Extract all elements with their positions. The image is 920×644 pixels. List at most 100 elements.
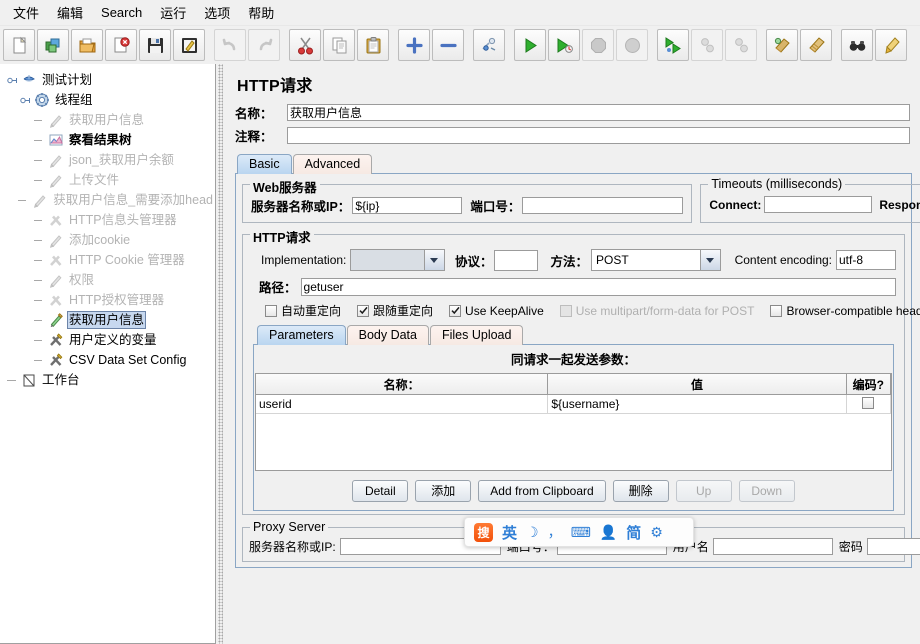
- connect-timeout-input[interactable]: [764, 196, 873, 213]
- cell-param-name[interactable]: userid: [256, 394, 549, 414]
- open-button[interactable]: [71, 29, 103, 61]
- protocol-input[interactable]: [494, 249, 539, 271]
- moon-icon[interactable]: ☽: [526, 524, 539, 541]
- ime-toolbar[interactable]: 搜 英 ☽ ， ⌨ 👤 简 ⚙: [464, 517, 694, 547]
- tree-expand-handle-icon[interactable]: [19, 94, 32, 107]
- add-button[interactable]: 添加: [415, 480, 472, 502]
- chevron-down-icon[interactable]: [699, 250, 720, 270]
- sogou-logo-icon[interactable]: 搜: [474, 522, 493, 542]
- table-row[interactable]: userid ${username}: [256, 394, 892, 414]
- tab-advanced[interactable]: Advanced: [292, 154, 373, 174]
- checkbox-box-icon[interactable]: [862, 396, 875, 409]
- menu-options[interactable]: 选项: [195, 0, 239, 25]
- start-no-pauses-button[interactable]: [548, 29, 580, 61]
- remote-start-all-button[interactable]: [657, 29, 689, 61]
- tab-files-upload[interactable]: Files Upload: [429, 325, 524, 345]
- tree-node-view-results-tree[interactable]: 察看结果树: [0, 130, 215, 150]
- checkbox-use-keepalive[interactable]: Use KeepAlive: [449, 304, 544, 318]
- tree-node-workbench[interactable]: 工作台: [0, 370, 215, 390]
- user-icon[interactable]: 👤: [600, 524, 617, 541]
- column-header-encode[interactable]: 编码?: [846, 374, 892, 395]
- cut-button[interactable]: [289, 29, 321, 61]
- implementation-combo[interactable]: [350, 249, 445, 271]
- parameters-table[interactable]: 名称： 值 编码? userid ${username}: [255, 373, 892, 471]
- punctuation-icon[interactable]: ，: [548, 522, 562, 542]
- tree-leaf-connector-icon: [33, 294, 46, 307]
- column-header-value[interactable]: 值: [547, 374, 847, 395]
- gear-icon[interactable]: ⚙: [650, 524, 663, 541]
- tree-node-json-get-balance[interactable]: json_获取用户余额: [0, 150, 215, 170]
- menu-run[interactable]: 运行: [151, 0, 195, 25]
- checkbox-box-icon[interactable]: [357, 304, 370, 317]
- clear-all-button[interactable]: [800, 29, 832, 61]
- save-button[interactable]: [139, 29, 171, 61]
- copy-button[interactable]: [323, 29, 355, 61]
- close-button[interactable]: [105, 29, 137, 61]
- proxy-password-input[interactable]: [866, 538, 920, 555]
- checkbox-browser-compatible-headers[interactable]: Browser-compatible headers: [770, 304, 920, 318]
- simplified-chinese-button[interactable]: 简: [626, 522, 641, 543]
- add-from-clipboard-button[interactable]: Add from Clipboard: [478, 480, 606, 502]
- checkbox-box-icon[interactable]: [265, 304, 277, 317]
- tree-node-label: 工作台: [42, 373, 80, 387]
- tree-node-thread-group[interactable]: 线程组: [0, 90, 215, 110]
- menu-file[interactable]: 文件: [4, 0, 48, 25]
- split-divider[interactable]: [216, 64, 225, 644]
- server-name-input[interactable]: [352, 197, 463, 214]
- tree-node-get-user-info-1[interactable]: 获取用户信息: [0, 110, 215, 130]
- start-button[interactable]: [514, 29, 546, 61]
- tree-node-auth[interactable]: 权限: [0, 270, 215, 290]
- content-encoding-input[interactable]: [836, 250, 896, 270]
- paste-button[interactable]: [357, 29, 389, 61]
- test-plan-tree-pane[interactable]: 测试计划 线程组 获取用户信息 察看结果树 json_获取用户余额 上传文件 获…: [0, 64, 216, 644]
- checkbox-box-icon[interactable]: [770, 304, 783, 317]
- proxy-username-input[interactable]: [712, 538, 833, 555]
- tree-node-user-defined-variables[interactable]: 用户定义的变量: [0, 330, 215, 350]
- column-header-name[interactable]: 名称：: [256, 374, 549, 395]
- toggle-button[interactable]: [473, 29, 505, 61]
- reset-search-button[interactable]: [875, 29, 907, 61]
- save-as-button[interactable]: [173, 29, 205, 61]
- tree-node-get-user-info-selected[interactable]: 获取用户信息: [0, 310, 215, 330]
- detail-button[interactable]: Detail: [352, 480, 409, 502]
- tab-basic[interactable]: Basic: [237, 154, 292, 174]
- checkbox-auto-redirect[interactable]: 自动重定向: [265, 302, 341, 319]
- menu-help[interactable]: 帮助: [239, 0, 283, 25]
- tab-body-data[interactable]: Body Data: [346, 325, 429, 345]
- delete-button[interactable]: 删除: [612, 480, 669, 502]
- tab-parameters[interactable]: Parameters: [257, 325, 346, 345]
- tree-node-http-cookie-manager[interactable]: HTTP Cookie 管理器: [0, 250, 215, 270]
- tree-node-upload-file[interactable]: 上传文件: [0, 170, 215, 190]
- port-input[interactable]: [522, 197, 684, 214]
- cell-param-encode[interactable]: [846, 394, 892, 414]
- menu-search[interactable]: Search: [92, 2, 151, 23]
- tree-expand-handle-icon[interactable]: [6, 74, 19, 87]
- checkbox-follow-redirects[interactable]: 跟随重定向: [357, 302, 433, 319]
- menu-edit[interactable]: 编辑: [48, 0, 92, 25]
- tree-node-http-auth-manager[interactable]: HTTP授权管理器: [0, 290, 215, 310]
- collapse-all-button[interactable]: [432, 29, 464, 61]
- keyboard-icon[interactable]: ⌨: [571, 524, 591, 541]
- templates-button[interactable]: [37, 29, 69, 61]
- tree-node-http-header-manager[interactable]: HTTP信息头管理器: [0, 210, 215, 230]
- tree-node-csv-data-set-config[interactable]: CSV Data Set Config: [0, 350, 215, 370]
- tree-node-test-plan[interactable]: 测试计划: [0, 70, 215, 90]
- tree-node-label: 用户定义的变量: [69, 333, 157, 347]
- checkbox-box-icon[interactable]: [449, 304, 462, 317]
- tree-node-label: 获取用户信息: [69, 113, 145, 127]
- tree-node-add-cookie[interactable]: 添加cookie: [0, 230, 215, 250]
- tree-node-label: HTTP信息头管理器: [69, 213, 177, 227]
- tree-node-get-user-info-header[interactable]: 获取用户信息_需要添加head: [0, 190, 215, 210]
- clear-button[interactable]: [766, 29, 798, 61]
- search-button[interactable]: [841, 29, 873, 61]
- expand-all-button[interactable]: [398, 29, 430, 61]
- ime-language-mode-button[interactable]: 英: [502, 522, 517, 543]
- comment-input[interactable]: [287, 127, 910, 144]
- method-combo[interactable]: POST: [590, 249, 721, 271]
- cell-param-value[interactable]: ${username}: [547, 394, 847, 414]
- table-empty-area[interactable]: [256, 414, 891, 470]
- chevron-down-icon[interactable]: [423, 250, 444, 270]
- name-input[interactable]: [287, 104, 910, 121]
- new-button[interactable]: [3, 29, 35, 61]
- path-input[interactable]: [300, 277, 896, 296]
